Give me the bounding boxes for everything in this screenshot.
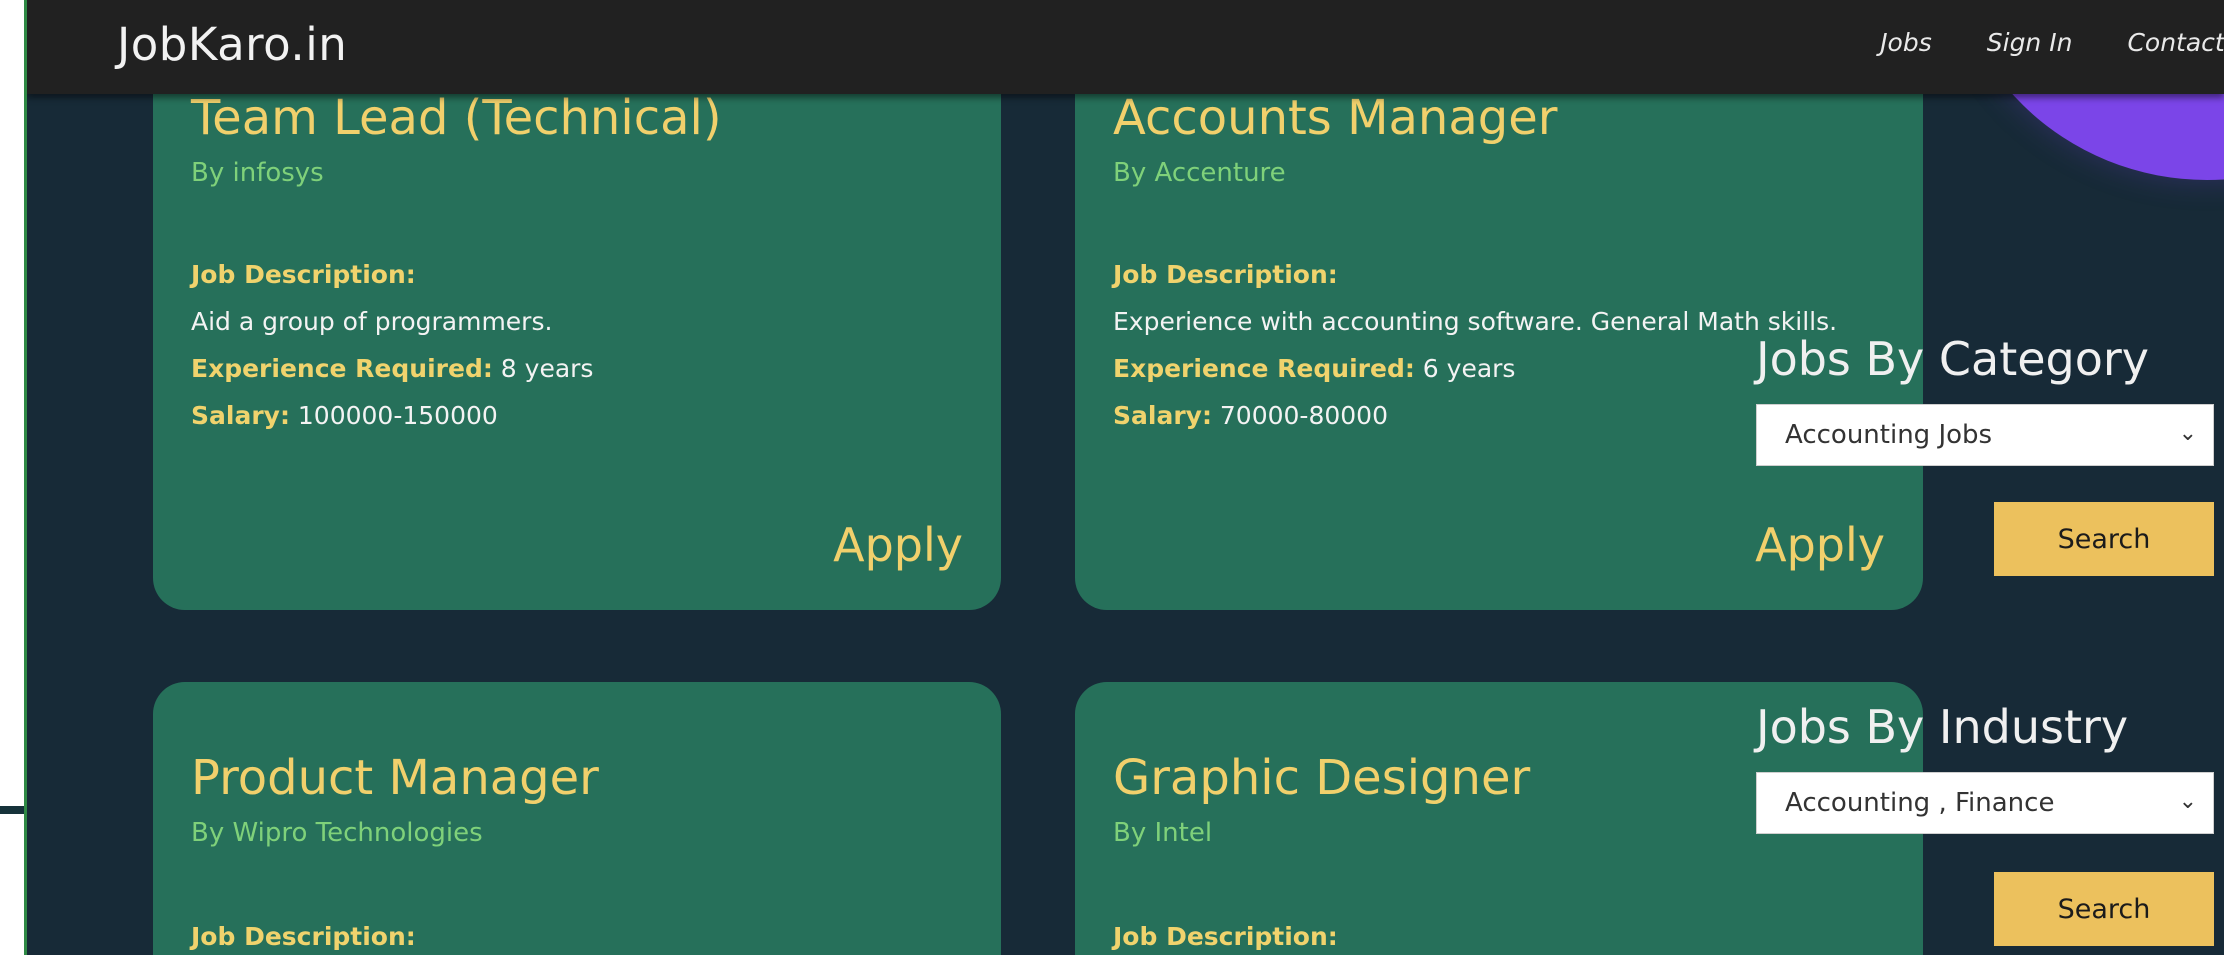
job-salary: Salary: 70000-80000 xyxy=(1113,401,1388,430)
job-company: By Wipro Technologies xyxy=(191,818,483,848)
job-salary: Salary: 100000-150000 xyxy=(191,401,498,430)
salary-label: Salary: xyxy=(1113,401,1212,430)
job-card: Team Lead (Technical) By infosys Job Des… xyxy=(153,40,1001,610)
category-search-button[interactable]: Search xyxy=(1994,502,2214,576)
category-select[interactable]: Accounting Jobs ⌄ xyxy=(1756,404,2214,466)
viewport: JobKaro.in Jobs Sign In Contact Us Team … xyxy=(27,0,2224,955)
category-filter-title: Jobs By Category xyxy=(1756,332,2150,386)
experience-label: Experience Required: xyxy=(191,354,493,383)
nav-link-jobs[interactable]: Jobs xyxy=(1880,28,1932,57)
job-description-label: Job Description: xyxy=(191,260,416,289)
top-navbar: JobKaro.in Jobs Sign In Contact Us xyxy=(27,0,2224,94)
job-company: By Intel xyxy=(1113,818,1213,848)
brand-logo[interactable]: JobKaro.in xyxy=(117,18,347,71)
job-experience: Experience Required: 6 years xyxy=(1113,354,1515,383)
industry-select-value: Accounting , Finance xyxy=(1785,788,2055,818)
outer-left-mark xyxy=(0,806,24,814)
experience-value: 8 years xyxy=(500,354,594,383)
job-title: Accounts Manager xyxy=(1113,90,1558,146)
industry-select[interactable]: Accounting , Finance ⌄ xyxy=(1756,772,2214,834)
industry-search-button[interactable]: Search xyxy=(1994,872,2214,946)
job-card: Product Manager By Wipro Technologies Jo… xyxy=(153,682,1001,955)
job-company: By infosys xyxy=(191,158,324,188)
chevron-down-icon: ⌄ xyxy=(2178,421,2197,446)
salary-value: 100000-150000 xyxy=(297,401,498,430)
job-company: By Accenture xyxy=(1113,158,1286,188)
industry-filter-title: Jobs By Industry xyxy=(1756,700,2129,754)
apply-button[interactable]: Apply xyxy=(1755,518,1885,572)
job-description-label: Job Description: xyxy=(1113,922,1338,951)
salary-label: Salary: xyxy=(191,401,290,430)
job-title: Product Manager xyxy=(191,750,599,806)
job-title: Graphic Designer xyxy=(1113,750,1531,806)
nav-link-contact-us[interactable]: Contact Us xyxy=(2127,28,2224,57)
experience-value: 6 years xyxy=(1422,354,1516,383)
job-title: Team Lead (Technical) xyxy=(191,90,722,146)
job-card: Accounts Manager By Accenture Job Descri… xyxy=(1075,40,1923,610)
chevron-down-icon: ⌄ xyxy=(2178,789,2197,814)
salary-value: 70000-80000 xyxy=(1219,401,1388,430)
category-select-value: Accounting Jobs xyxy=(1785,420,1993,450)
job-description: Aid a group of programmers. xyxy=(191,307,553,336)
experience-label: Experience Required: xyxy=(1113,354,1415,383)
job-description-label: Job Description: xyxy=(191,922,416,951)
job-description-label: Job Description: xyxy=(1113,260,1338,289)
apply-button[interactable]: Apply xyxy=(833,518,963,572)
job-description: Experience with accounting software. Gen… xyxy=(1113,307,1838,336)
nav-link-sign-in[interactable]: Sign In xyxy=(1987,28,2073,57)
job-experience: Experience Required: 8 years xyxy=(191,354,593,383)
main-nav: Jobs Sign In Contact Us xyxy=(1880,28,2224,57)
